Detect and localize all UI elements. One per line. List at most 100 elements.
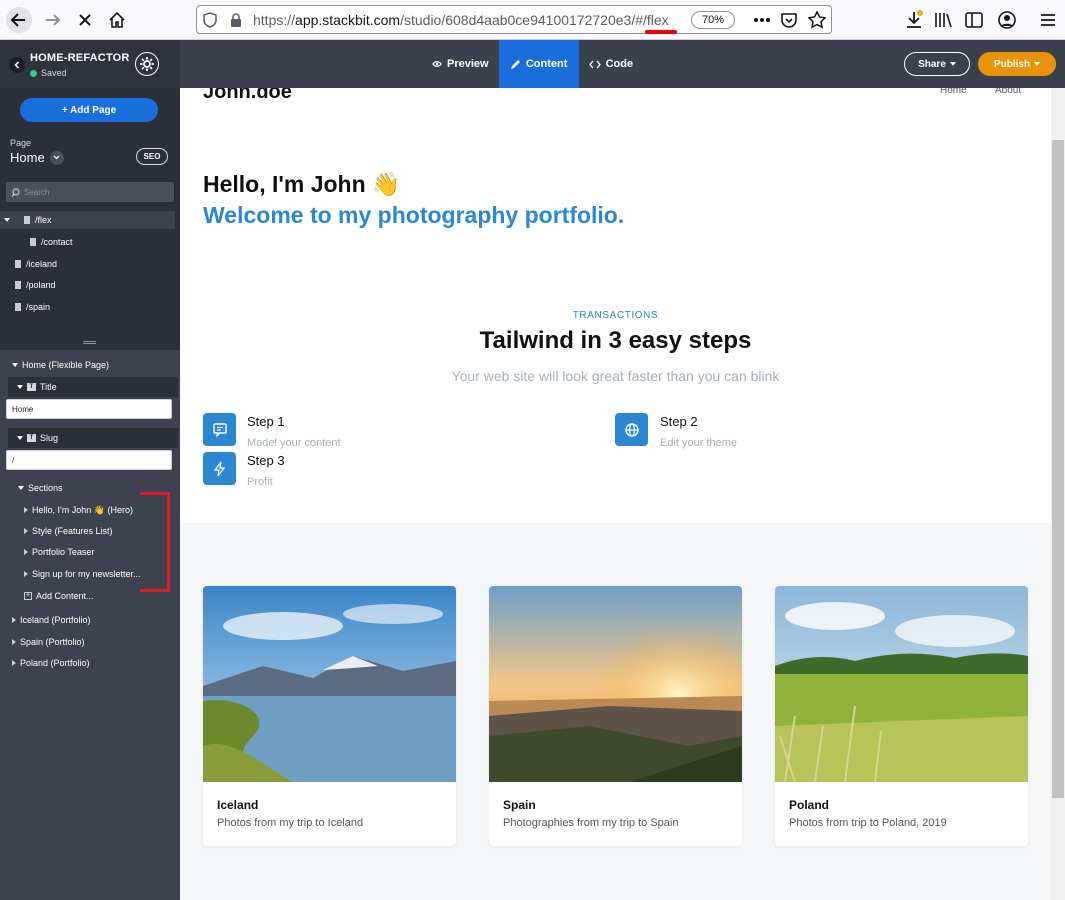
shield-icon — [203, 12, 217, 28]
panel-resize-handle[interactable] — [83, 341, 96, 344]
step-2-desc: Edit your theme — [660, 437, 738, 449]
card-desc: Photos from my trip to Iceland — [217, 817, 364, 829]
search-box — [6, 182, 174, 202]
collapsed-triangle-icon — [24, 507, 28, 513]
site-nav-home[interactable]: Home — [940, 88, 967, 96]
features-subtitle: Your web site will look great faster tha… — [451, 368, 780, 384]
tab-code[interactable]: Code — [579, 40, 644, 88]
home-button[interactable] — [101, 4, 133, 36]
stop-button[interactable] — [69, 4, 101, 36]
card-title: Iceland — [217, 798, 259, 812]
library-icon — [935, 13, 952, 28]
sidebar-toggle-button[interactable] — [962, 8, 986, 32]
url-annotation-underline — [645, 30, 677, 34]
expand-triangle-icon — [12, 363, 18, 367]
forward-arrow-icon — [46, 14, 61, 26]
account-button[interactable] — [995, 8, 1019, 32]
downloads-button[interactable] — [902, 8, 926, 32]
more-icon[interactable] — [753, 17, 771, 23]
iceland-photo — [203, 586, 456, 782]
collapsed-triangle-icon — [12, 617, 16, 623]
save-status: Saved — [30, 68, 67, 78]
page-label: Page — [10, 138, 32, 148]
home-icon — [109, 11, 125, 28]
search-input[interactable] — [24, 187, 164, 197]
lightning-icon — [203, 452, 236, 485]
features-title: Tailwind in 3 easy steps — [479, 327, 752, 354]
status-dot-icon — [30, 69, 37, 77]
sections-group[interactable]: Sections — [18, 480, 63, 496]
seo-button[interactable]: SEO — [136, 148, 168, 165]
hamburger-icon — [1041, 14, 1055, 26]
page-item-poland[interactable]: /poland — [15, 276, 56, 294]
step-1-title: Step 1 — [247, 414, 285, 429]
file-icon — [15, 281, 21, 289]
portfolio-card-poland[interactable]: Poland Photos from trip to Poland, 2019 — [775, 586, 1028, 846]
library-button[interactable] — [932, 8, 956, 32]
file-icon — [24, 216, 30, 224]
card-title: Poland — [789, 798, 830, 812]
text-type-icon: T — [27, 383, 36, 391]
zoom-level[interactable]: 70% — [691, 11, 735, 29]
back-button[interactable] — [3, 4, 35, 36]
account-icon — [998, 11, 1016, 29]
lock-icon — [231, 13, 241, 27]
expand-triangle-icon — [18, 486, 24, 490]
features-eyebrow: TRANSACTIONS — [572, 310, 659, 321]
collapsed-triangle-icon — [12, 639, 16, 645]
file-icon — [30, 238, 36, 246]
site-nav-about[interactable]: About — [995, 88, 1021, 96]
mode-tabs: Preview Content Code — [422, 40, 643, 88]
back-to-projects-button[interactable] — [9, 57, 25, 73]
publish-button[interactable]: Publish — [978, 52, 1056, 76]
title-field-header[interactable]: T Title — [8, 377, 178, 397]
page-selector[interactable]: Home — [10, 150, 64, 165]
portfolio-item-poland[interactable]: Poland (Portfolio) — [12, 655, 90, 671]
step-3-title: Step 3 — [247, 453, 285, 468]
chevron-down-icon — [49, 150, 64, 165]
project-name: HOME-REFACTOR — [30, 52, 130, 64]
add-page-button[interactable]: + Add Page — [20, 98, 158, 122]
slug-field-header[interactable]: T Slug — [8, 428, 178, 448]
collapsed-triangle-icon — [24, 549, 28, 555]
expand-triangle-icon — [4, 218, 10, 222]
collapsed-triangle-icon — [12, 660, 16, 666]
slug-input[interactable] — [6, 450, 172, 470]
step-1-desc: Model your content — [247, 437, 341, 449]
sidebar-icon — [965, 12, 983, 28]
gear-icon — [140, 57, 154, 71]
title-input[interactable] — [6, 399, 172, 419]
tab-preview[interactable]: Preview — [422, 40, 499, 88]
section-item-portfolio-teaser[interactable]: Portfolio Teaser — [24, 544, 94, 560]
settings-button[interactable] — [135, 52, 159, 76]
portfolio-item-iceland[interactable]: Iceland (Portfolio) — [12, 612, 91, 628]
site-logo[interactable]: John.doe — [203, 88, 292, 104]
section-item-hero[interactable]: Hello, I'm John 👋 (Hero) — [24, 502, 133, 518]
share-button[interactable]: Share — [904, 52, 970, 76]
section-item-newsletter[interactable]: Sign up for my newsletter... — [24, 566, 141, 582]
page-item-contact[interactable]: /contact — [30, 233, 73, 251]
step-3-desc: Profit — [247, 476, 273, 488]
forward-button[interactable] — [37, 4, 69, 36]
card-title: Spain — [503, 798, 536, 812]
portfolio-item-spain[interactable]: Spain (Portfolio) — [12, 634, 85, 650]
hero-subtitle: Welcome to my photography portfolio. — [203, 202, 625, 228]
url-bar[interactable]: https://app.stackbit.com/studio/608d4aab… — [196, 5, 832, 34]
preview-scrollbar-thumb[interactable] — [1052, 140, 1064, 798]
expand-triangle-icon — [17, 436, 23, 440]
card-desc: Photos from trip to Poland, 2019 — [789, 817, 947, 829]
tab-content[interactable]: Content — [498, 40, 579, 88]
card-desc: Photographies from my trip to Spain — [503, 817, 679, 829]
page-item-spain[interactable]: /spain — [15, 298, 50, 316]
bookmark-star-icon[interactable] — [808, 11, 826, 29]
section-item-features[interactable]: Style (Features List) — [24, 523, 113, 539]
portfolio-card-iceland[interactable]: Iceland Photos from my trip to Iceland — [203, 586, 456, 846]
back-arrow-icon — [6, 7, 32, 33]
pocket-icon[interactable] — [780, 11, 798, 29]
menu-button[interactable] — [1036, 8, 1060, 32]
portfolio-card-spain[interactable]: Spain Photographies from my trip to Spai… — [489, 586, 742, 846]
tree-root-home[interactable]: Home (Flexible Page) — [12, 357, 109, 373]
add-content-button[interactable]: + Add Content... — [24, 588, 94, 604]
page-item-iceland[interactable]: /iceland — [15, 255, 57, 273]
page-item-flex[interactable]: /flex — [0, 211, 175, 229]
